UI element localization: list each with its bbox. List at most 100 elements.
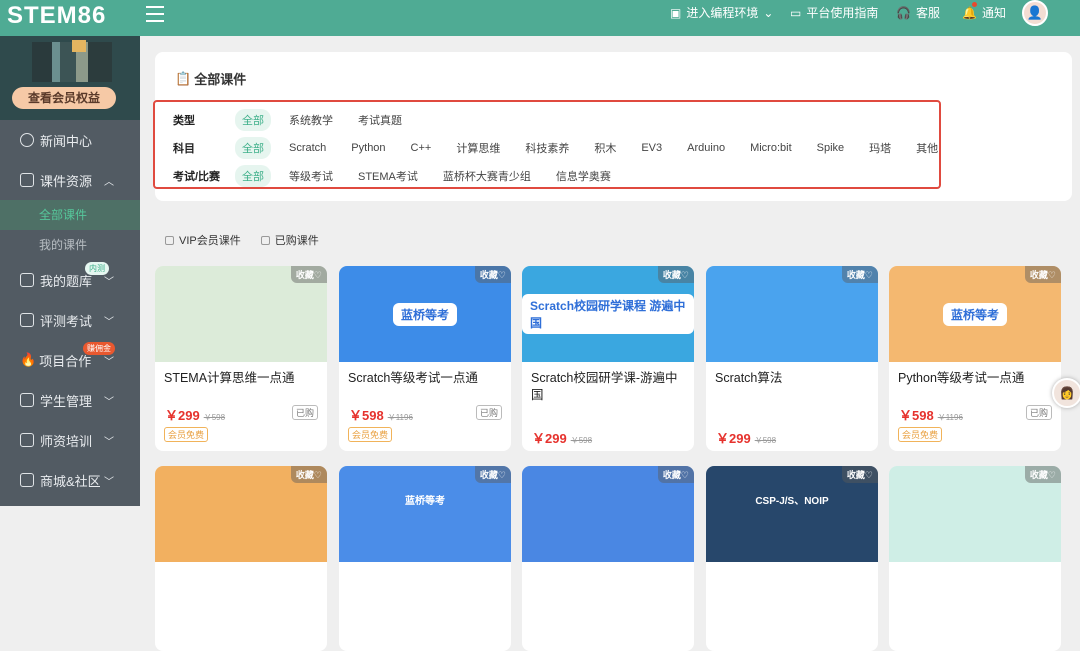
headset-icon: 🎧 xyxy=(896,5,911,20)
customer-service-link[interactable]: 🎧 客服 xyxy=(896,4,940,21)
purchased-badge: 已购 xyxy=(475,405,502,420)
course-thumbnail: 收藏♡ xyxy=(889,466,1061,562)
favorite-button[interactable]: 收藏♡ xyxy=(841,266,878,283)
course-thumbnail: 蓝桥等考 收藏♡ xyxy=(889,266,1061,362)
favorite-button[interactable]: 收藏♡ xyxy=(290,466,327,483)
filter-option[interactable]: Arduino xyxy=(680,139,732,157)
flame-icon: 🔥 xyxy=(20,352,37,367)
sidebar-item-teacher-training[interactable]: 师资培训 ﹀ xyxy=(0,420,140,460)
trophy-icon xyxy=(20,313,34,327)
filter-option[interactable]: 积木 xyxy=(587,137,623,159)
filter-option[interactable]: 玛塔 xyxy=(862,137,898,159)
filter-option[interactable]: 信息学奥赛 xyxy=(549,165,618,187)
filter-option[interactable]: 系统教学 xyxy=(282,109,340,131)
course-card[interactable]: 蓝桥等考 收藏♡ Python等级考试一点通 ￥598 ￥1196 已购 会员免费 xyxy=(889,266,1061,451)
price: ￥598 ￥1196 xyxy=(349,408,413,423)
user-avatar[interactable]: 👤 xyxy=(1022,0,1048,26)
chevron-down-icon: ﹀ xyxy=(104,316,114,328)
filter-option[interactable]: 全部 xyxy=(235,109,271,131)
logo[interactable]: STEM86 xyxy=(7,2,106,30)
top-header: STEM86 ▣ 进入编程环境 ⌄ ▭ 平台使用指南 🎧 客服 🔔 通知 👤 xyxy=(0,0,1080,36)
bell-icon: 🔔 xyxy=(962,5,977,20)
sidebar-sub-my-courseware[interactable]: 我的课件 xyxy=(0,230,140,260)
filter-option[interactable]: Scratch xyxy=(282,139,333,157)
filter-option[interactable]: Python xyxy=(344,139,392,157)
course-title: Scratch校园研学课-游遍中国 xyxy=(531,371,678,402)
notification-dot xyxy=(972,2,977,7)
course-thumbnail: 收藏♡ xyxy=(155,266,327,362)
terminal-icon: ▣ xyxy=(670,5,682,20)
commission-badge: 赚佣金 xyxy=(83,342,115,355)
monitor-icon: ▭ xyxy=(790,5,802,20)
filter-label: 科目 xyxy=(173,143,195,155)
course-card[interactable]: 收藏♡ STEMA计算思维一点通 ￥299 ￥598 已购 会员免费 xyxy=(155,266,327,451)
favorite-button[interactable]: 收藏♡ xyxy=(1024,466,1061,483)
course-card[interactable]: 收藏♡ xyxy=(522,466,694,651)
course-card[interactable]: 蓝桥等考 收藏♡ xyxy=(339,466,511,651)
menu-toggle-icon[interactable] xyxy=(146,6,164,22)
sidebar-sub-all-courseware[interactable]: 全部课件 xyxy=(0,200,140,230)
sidebar-item-news[interactable]: 新闻中心 xyxy=(0,120,140,160)
filter-option[interactable]: EV3 xyxy=(634,139,669,157)
profile-area: 查看会员权益 xyxy=(0,36,140,120)
filter-option[interactable]: 全部 xyxy=(235,165,271,187)
course-card[interactable]: 收藏♡ xyxy=(155,466,327,651)
course-title: Scratch算法 xyxy=(715,371,783,385)
filter-option[interactable]: C++ xyxy=(404,139,439,157)
favorite-button[interactable]: 收藏♡ xyxy=(657,466,694,483)
favorite-button[interactable]: 收藏♡ xyxy=(474,466,511,483)
clipboard-icon: 📋 xyxy=(175,70,192,86)
notification-link[interactable]: 🔔 通知 xyxy=(962,4,1006,21)
purchased-badge: 已购 xyxy=(1025,405,1052,420)
filter-option[interactable]: 等级考试 xyxy=(282,165,340,187)
filter-option[interactable]: Micro:bit xyxy=(743,139,799,157)
coding-env-menu[interactable]: ▣ 进入编程环境 ⌄ xyxy=(670,4,773,21)
platform-guide-link[interactable]: ▭ 平台使用指南 xyxy=(790,4,878,21)
course-card[interactable]: CSP-J/S、NOIP 收藏♡ xyxy=(706,466,878,651)
price: ￥299 ￥598 xyxy=(716,431,777,446)
favorite-button[interactable]: 收藏♡ xyxy=(290,266,327,283)
home-icon xyxy=(20,173,34,187)
filter-option[interactable]: Spike xyxy=(810,139,852,157)
filter-option[interactable]: 蓝桥杯大赛青少组 xyxy=(436,165,538,187)
chevron-down-icon: ﹀ xyxy=(104,276,114,288)
filter-panel: 📋 全部课件 类型 全部 系统教学 考试真题 科目 全部 Scratch Python C++ 计算… xyxy=(153,52,1072,201)
filter-checkboxes: VIP会员课件 已购课件 xyxy=(165,232,319,248)
favorite-button[interactable]: 收藏♡ xyxy=(474,266,511,283)
course-thumbnail: 蓝桥等考 收藏♡ xyxy=(339,266,511,362)
favorite-button[interactable]: 收藏♡ xyxy=(1024,266,1061,283)
sidebar-item-courseware[interactable]: 课件资源 ︿ xyxy=(0,160,140,200)
filter-option[interactable]: 科技素养 xyxy=(518,137,576,159)
course-card[interactable]: 收藏♡ xyxy=(889,466,1061,651)
filter-option[interactable]: 考试真题 xyxy=(351,109,409,131)
course-card[interactable]: Scratch校园研学课程 游遍中国 收藏♡ Scratch校园研学课-游遍中国 ￥2… xyxy=(522,266,694,451)
sidebar-item-mall[interactable]: 商城&社区 ﹀ xyxy=(0,460,140,500)
filter-label: 考试/比赛 xyxy=(173,171,221,183)
graduation-cap-icon xyxy=(20,433,34,447)
sidebar-item-exams[interactable]: 评测考试 ﹀ xyxy=(0,300,140,340)
course-thumbnail: CSP-J/S、NOIP 收藏♡ xyxy=(706,466,878,562)
vip-benefits-button[interactable]: 查看会员权益 xyxy=(12,87,116,109)
member-free-badge: 会员免费 xyxy=(164,427,209,442)
assistant-avatar[interactable]: 👩 xyxy=(1052,378,1080,408)
purchased-courseware-checkbox[interactable]: 已购课件 xyxy=(260,232,319,248)
sidebar: 查看会员权益 新闻中心 课件资源 ︿ 全部课件 我的课件 我的题库 ﹀ 内测 评测考试… xyxy=(0,36,140,506)
chevron-down-icon: ﹀ xyxy=(104,476,114,488)
filter-option[interactable]: STEMA考试 xyxy=(351,165,425,187)
course-card[interactable]: 收藏♡ Scratch算法 ￥299 ￥598 xyxy=(706,266,878,451)
filter-option[interactable]: 其他 xyxy=(909,137,945,159)
course-card[interactable]: 蓝桥等考 收藏♡ Scratch等级考试一点通 ￥598 ￥1196 已购 会员免费 xyxy=(339,266,511,451)
blurred-username xyxy=(32,40,112,82)
filter-option[interactable]: 全部 xyxy=(235,137,271,159)
sidebar-item-students[interactable]: 学生管理 ﹀ xyxy=(0,380,140,420)
price: ￥299 ￥598 xyxy=(532,431,593,446)
sidebar-item-question-bank[interactable]: 我的题库 ﹀ 内测 xyxy=(0,260,140,300)
favorite-button[interactable]: 收藏♡ xyxy=(657,266,694,283)
filter-row: 考试/比赛 全部 等级考试 STEMA考试 蓝桥杯大赛青少组 信息学奥赛 xyxy=(173,165,629,187)
vip-courseware-checkbox[interactable]: VIP会员课件 xyxy=(165,232,241,248)
page-title: 📋 全部课件 xyxy=(175,70,247,88)
member-free-badge: 会员免费 xyxy=(898,427,943,442)
sidebar-item-partnership[interactable]: 🔥 项目合作 ﹀ 赚佣金 xyxy=(0,340,140,380)
favorite-button[interactable]: 收藏♡ xyxy=(841,466,878,483)
filter-option[interactable]: 计算思维 xyxy=(449,137,507,159)
